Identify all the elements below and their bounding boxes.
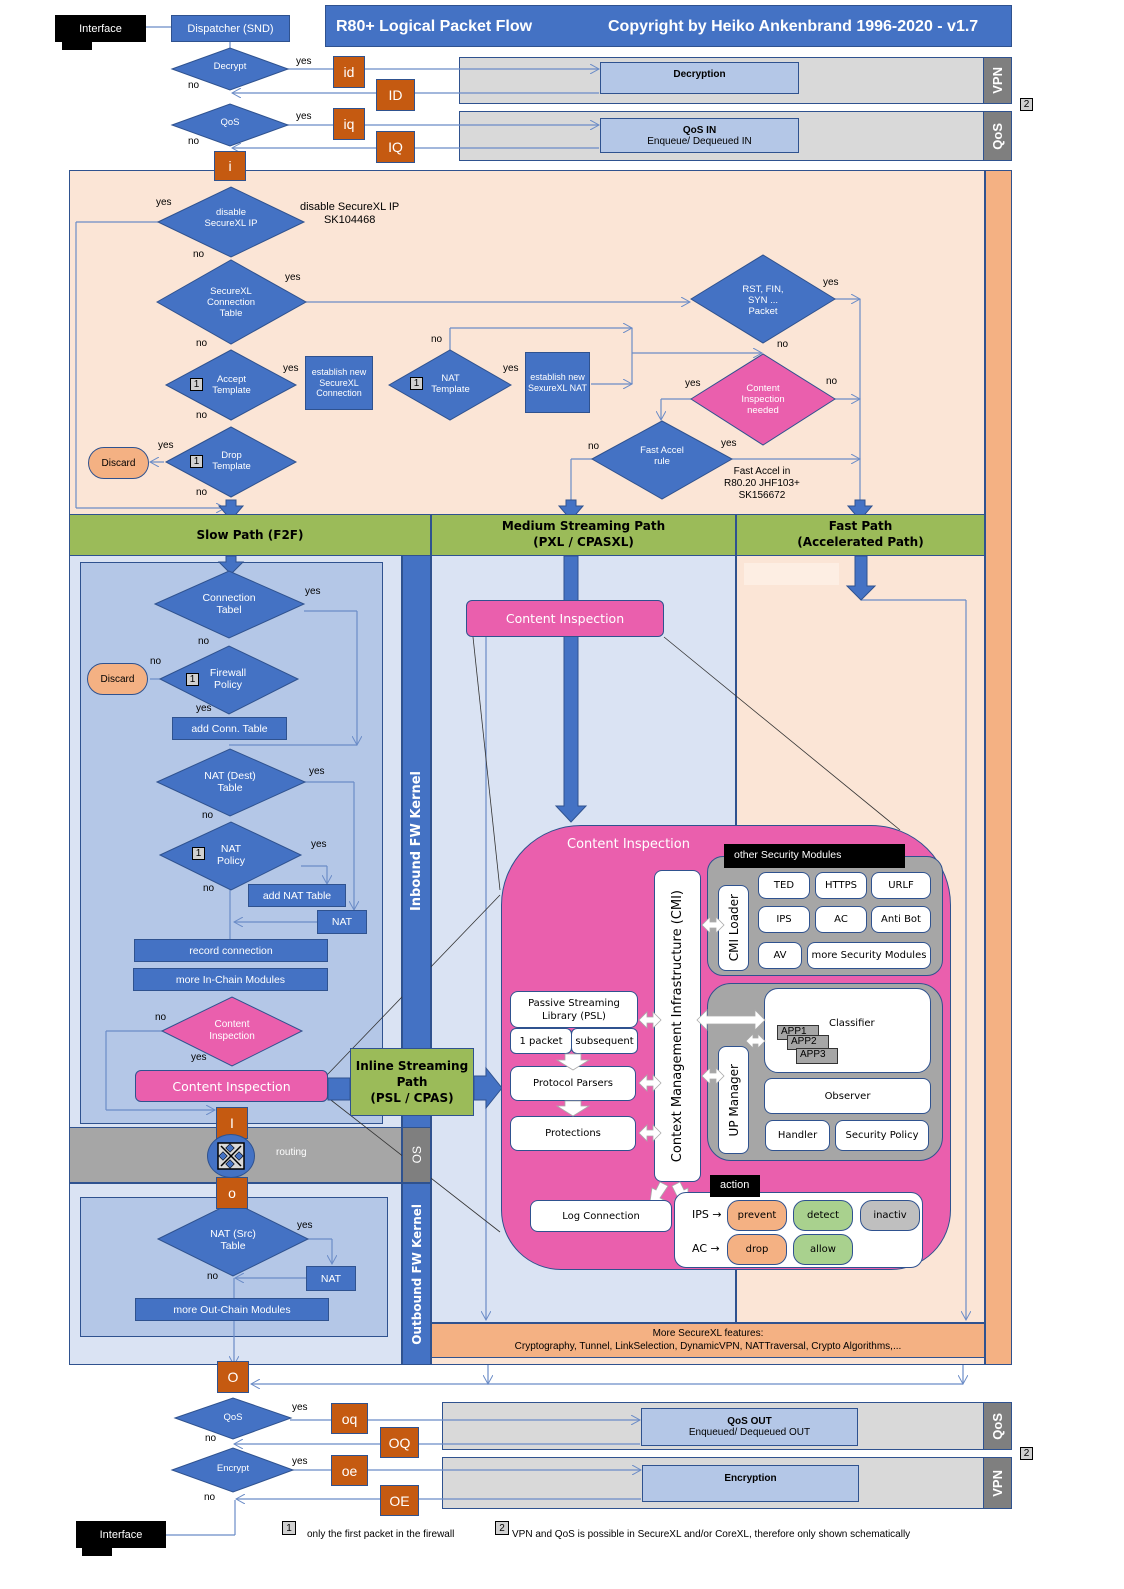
legend-1-badge: 1 [282,1521,296,1535]
legend-2-text: VPN and QoS is possible in SecureXL and/… [512,1529,911,1540]
interface-out-tab [82,1548,112,1556]
legend-1-num: 1 [286,1522,292,1534]
legend-2-num: 2 [499,1522,505,1534]
interface-out-label: Interface [99,1528,143,1541]
bottom-band-lines [442,0,1124,1500]
legend-2-badge: 2 [495,1521,509,1535]
legend-1-text: only the first packet in the firewall [307,1529,455,1540]
interface-out: Interface [76,1521,166,1548]
